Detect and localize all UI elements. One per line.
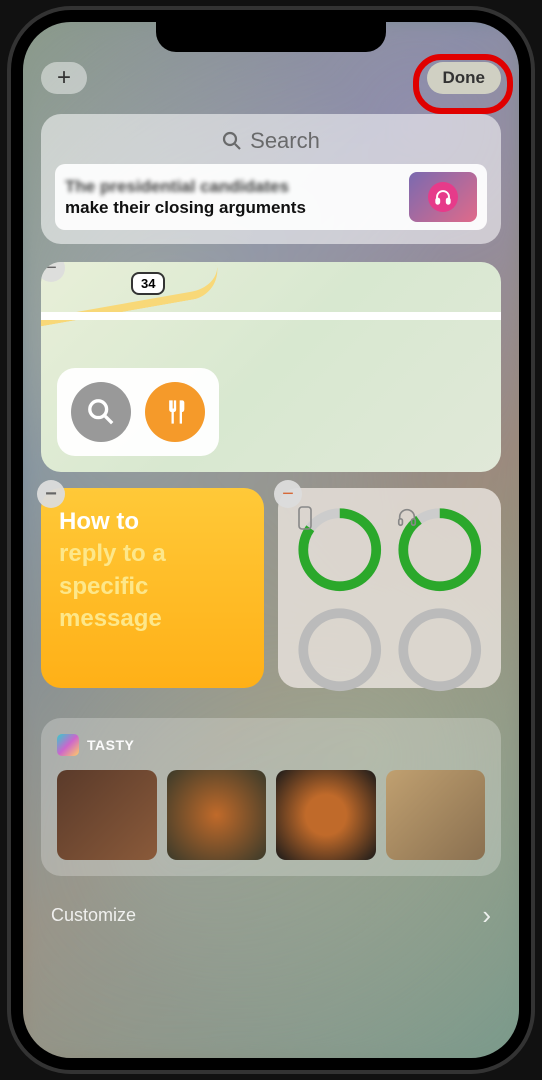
map-food-button[interactable] [145, 382, 205, 442]
minus-icon: − [45, 262, 57, 280]
tasty-recipe-image[interactable] [167, 770, 267, 860]
done-button-highlight [413, 54, 513, 114]
remove-notes-button[interactable]: − [37, 480, 65, 508]
search-news-card: Search The presidential candidates make … [41, 114, 501, 244]
chevron-right-icon: › [482, 900, 491, 931]
customize-button[interactable]: Customize › [41, 888, 501, 943]
search-input[interactable]: Search [55, 128, 487, 154]
headphones-battery-ring [396, 506, 484, 594]
map-search-button[interactable] [71, 382, 131, 442]
headphones-icon [428, 182, 458, 212]
tasty-image-row [57, 770, 485, 860]
notes-line2: reply to a specific message [59, 538, 246, 635]
tasty-widget[interactable]: TASTY [41, 718, 501, 876]
tasty-recipe-image[interactable] [276, 770, 376, 860]
search-icon [222, 131, 242, 151]
empty-battery-ring-1 [296, 606, 384, 694]
remove-batteries-button[interactable]: − [274, 480, 302, 508]
road-number-badge: 34 [131, 272, 165, 295]
minus-icon: − [45, 481, 57, 508]
tasty-recipe-image[interactable] [57, 770, 157, 860]
search-placeholder: Search [250, 128, 320, 154]
notes-line1: How to [59, 506, 246, 538]
maps-widget[interactable]: − 34 [41, 262, 501, 472]
add-widget-button[interactable]: + [41, 62, 87, 94]
notch [156, 22, 386, 52]
empty-battery-ring-2 [396, 606, 484, 694]
news-headline: The presidential candidates make their c… [65, 176, 401, 219]
news-thumbnail [409, 172, 477, 222]
phone-frame: + Done Search The presidential candidate… [11, 10, 531, 1070]
screen: + Done Search The presidential candidate… [23, 22, 519, 1058]
search-icon [87, 398, 115, 426]
notes-widget[interactable]: − How to reply to a specific message [41, 488, 264, 688]
tasty-header: TASTY [57, 734, 485, 756]
tasty-label: TASTY [87, 737, 134, 753]
tasty-app-icon [57, 734, 79, 756]
news-title: The presidential candidates [65, 176, 401, 197]
food-icon [161, 398, 189, 426]
headphones-icon [396, 506, 418, 528]
customize-label: Customize [51, 905, 136, 926]
tasty-recipe-image[interactable] [386, 770, 486, 860]
news-subtitle: make their closing arguments [65, 197, 401, 218]
batteries-widget[interactable]: − [278, 488, 501, 688]
news-widget[interactable]: The presidential candidates make their c… [55, 164, 487, 230]
content-area: + Done Search The presidential candidate… [23, 22, 519, 1058]
phone-battery-ring [296, 506, 384, 594]
widget-row: − How to reply to a specific message − [41, 488, 501, 688]
phone-icon [296, 506, 314, 530]
minus-icon: − [282, 483, 294, 506]
map-controls [57, 368, 219, 456]
